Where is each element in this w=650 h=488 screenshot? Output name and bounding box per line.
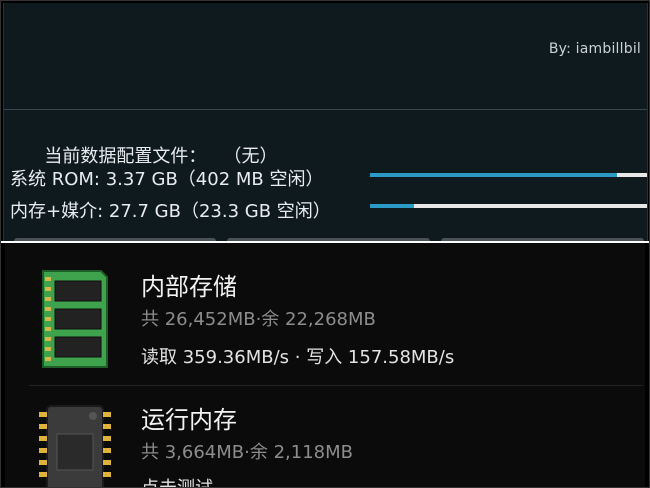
system-rom-usage-bar [370,173,647,177]
internal-storage-card[interactable]: 内部存储 共 26,452MB·余 22,268MB 读取 359.36MB/s… [5,243,645,386]
internal-media-usage-bar [370,204,647,208]
storage-summary-panel: By: iambillbil 当前数据配置文件： （无） 系统 ROM: 3.3… [3,3,648,244]
profile-label: 当前数据配置文件： [44,146,207,167]
card-title: 运行内存 [141,406,237,434]
internal-media-label: 内存+媒介: 27.7 GB（23.3 GB 空闲） [10,201,331,222]
card-capacity: 共 3,664MB·余 2,118MB [141,442,353,463]
profile-value: （无） [223,146,278,167]
screenshot-frame: By: iambillbil 当前数据配置文件： （无） 系统 ROM: 3.3… [0,0,650,488]
ram-card[interactable]: 运行内存 共 3,664MB·余 2,118MB 点击测试 [5,386,645,487]
system-rom-usage-fill [370,173,617,177]
divider [4,109,647,110]
internal-media-usage-fill [370,204,415,208]
system-rom-label: 系统 ROM: 3.37 GB（402 MB 空闲） [10,169,324,190]
author-credit: By: iambillbil [548,41,641,57]
memory-chip-icon [39,405,111,487]
benchmark-card-list: 内部存储 共 26,452MB·余 22,268MB 读取 359.36MB/s… [5,243,645,487]
card-speed: 点击测试 [141,474,213,487]
card-title: 内部存储 [141,273,237,301]
sd-card-icon [42,270,108,368]
card-speed: 读取 359.36MB/s · 写入 157.58MB/s [141,347,455,368]
card-capacity: 共 26,452MB·余 22,268MB [141,309,376,330]
